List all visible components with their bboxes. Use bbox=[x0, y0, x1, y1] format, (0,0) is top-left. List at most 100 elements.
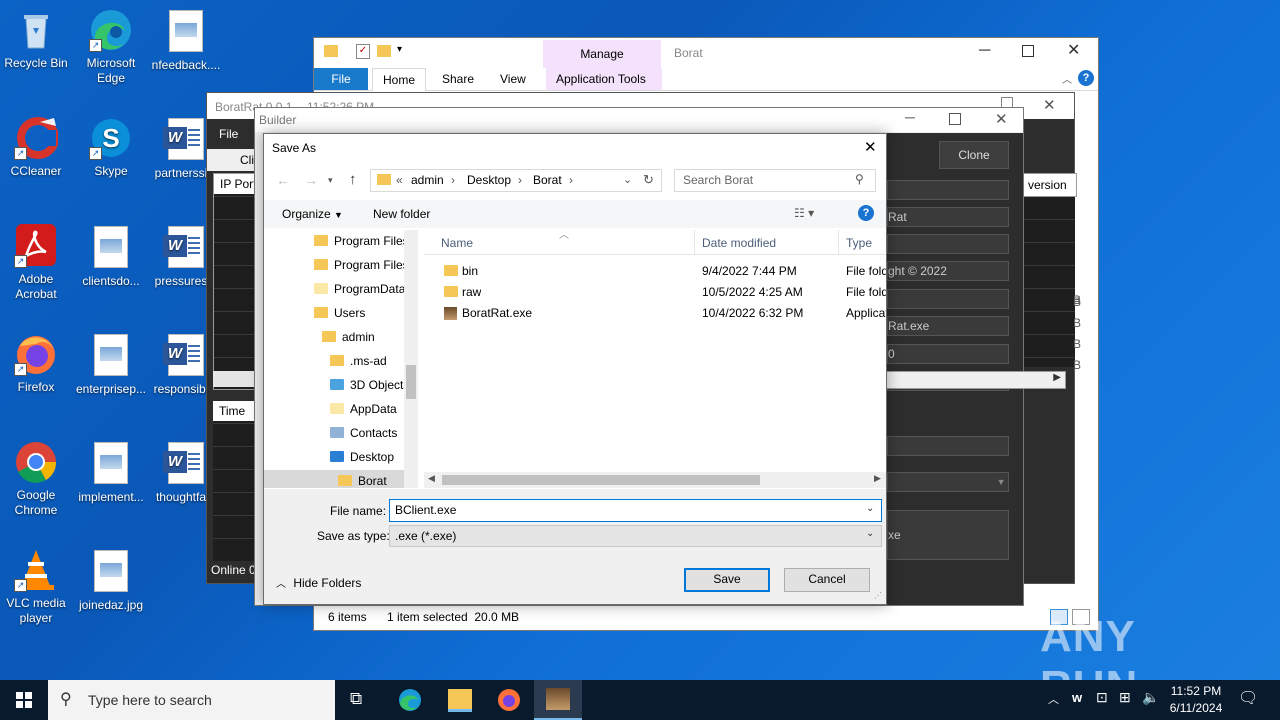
column-header-date[interactable]: Date modified bbox=[702, 236, 776, 250]
search-input[interactable]: Type here to search bbox=[88, 692, 212, 708]
notifications-icon[interactable]: 🗨 bbox=[1238, 688, 1258, 708]
breadcrumb[interactable]: « admin › Desktop › Borat › ⌄ ↻ bbox=[370, 169, 662, 192]
save-type-select[interactable]: .exe (*.exe) ⌄ bbox=[389, 525, 882, 547]
new-folder-icon[interactable] bbox=[377, 45, 391, 57]
ribbon-expand-icon[interactable]: ︿ bbox=[1062, 71, 1072, 86]
desktop-icon-firefox[interactable]: ↗ Firefox bbox=[0, 332, 72, 395]
file-row[interactable]: bin 9/4/2022 7:44 PM File folder bbox=[424, 261, 886, 282]
up-arrow-icon[interactable]: ↑ bbox=[349, 171, 357, 188]
desktop-icon-google-chrome[interactable]: Google Chrome bbox=[0, 440, 72, 518]
volume-icon[interactable]: 🔈 bbox=[1142, 689, 1159, 706]
file-list[interactable]: Name ︿ Date modified Type bin 9/4/2022 7… bbox=[424, 230, 886, 488]
word-tray-icon[interactable]: w bbox=[1072, 690, 1082, 705]
task-view-icon[interactable]: ⧉ bbox=[350, 689, 362, 709]
nav-item[interactable]: .ms-ad bbox=[264, 350, 387, 372]
desktop-icon-nfeedback[interactable]: nfeedback.... bbox=[150, 8, 222, 73]
desktop-icon-joinedaz[interactable]: joinedaz.jpg bbox=[75, 548, 147, 613]
file-list-hscroll[interactable]: ◀ ▶ bbox=[424, 472, 886, 488]
desktop-icon-skype[interactable]: S ↗ Skype bbox=[75, 116, 147, 179]
help-icon[interactable]: ? bbox=[1078, 70, 1094, 86]
horizontal-scrollbar[interactable] bbox=[213, 371, 259, 387]
nav-item[interactable]: Program Files bbox=[264, 254, 409, 276]
desktop-icon-ccleaner[interactable]: ↗ CCleaner bbox=[0, 116, 72, 179]
nav-item-selected[interactable]: Borat bbox=[264, 470, 418, 488]
nav-item[interactable]: AppData bbox=[264, 398, 397, 420]
close-icon[interactable]: ✕ bbox=[1067, 40, 1080, 60]
tab-application-tools[interactable]: Application Tools bbox=[546, 68, 662, 90]
manage-context-tab[interactable]: Manage bbox=[543, 40, 661, 68]
nav-item[interactable]: ProgramData bbox=[264, 278, 405, 300]
file-name-field[interactable]: BClient.exe ⌄ bbox=[389, 499, 882, 522]
column-divider[interactable] bbox=[694, 230, 695, 254]
search-icon[interactable]: ⚲ bbox=[855, 172, 864, 186]
save-button[interactable]: Save bbox=[684, 568, 770, 592]
chevron-right-icon[interactable]: › bbox=[518, 173, 522, 187]
desktop-icon-microsoft-edge[interactable]: ↗ Microsoft Edge bbox=[75, 8, 147, 86]
view-options-icon[interactable]: ☷ ▾ bbox=[794, 206, 814, 220]
builder-dropdown[interactable]: ▼ bbox=[887, 472, 1009, 492]
chevron-left-icon[interactable]: ◀ bbox=[428, 473, 435, 484]
hide-folders-toggle[interactable]: ︿ Hide Folders bbox=[276, 575, 361, 590]
minimize-icon[interactable]: ─ bbox=[979, 42, 990, 60]
taskbar-search[interactable]: ⚲ Type here to search bbox=[48, 680, 335, 720]
help-icon[interactable]: ? bbox=[858, 205, 874, 221]
column-header-name[interactable]: Name bbox=[441, 236, 473, 250]
builder-field-version[interactable]: 0 bbox=[887, 344, 1009, 364]
breadcrumb-item[interactable]: admin bbox=[411, 173, 444, 187]
chevron-up-icon[interactable]: ︿ bbox=[1048, 691, 1059, 707]
nav-item[interactable]: 3D Objects bbox=[264, 374, 409, 396]
breadcrumb-item[interactable]: Borat bbox=[533, 173, 562, 187]
nav-item[interactable]: Desktop bbox=[264, 446, 394, 468]
new-folder-button[interactable]: New folder bbox=[373, 207, 430, 221]
desktop-icon-recycle-bin[interactable]: Recycle Bin bbox=[0, 8, 72, 71]
resize-grip-icon[interactable]: ⋰ bbox=[874, 591, 882, 600]
close-icon[interactable]: ✕ bbox=[864, 138, 877, 156]
nav-item[interactable]: Users bbox=[264, 302, 365, 324]
close-icon[interactable]: ✕ bbox=[995, 110, 1008, 128]
chevron-down-icon[interactable]: ⌄ bbox=[623, 173, 632, 186]
column-header-type[interactable]: Type bbox=[846, 236, 872, 250]
tab-share[interactable]: Share bbox=[432, 68, 484, 90]
file-explorer-taskbar-icon[interactable] bbox=[448, 689, 472, 712]
chevron-right-icon[interactable]: ▶ bbox=[874, 473, 881, 484]
borat-taskbar-button[interactable] bbox=[534, 680, 582, 720]
tray-app-icon[interactable]: ⊡ bbox=[1096, 689, 1108, 706]
column-divider[interactable] bbox=[838, 230, 839, 254]
builder-field[interactable] bbox=[887, 289, 1009, 309]
organize-button[interactable]: Organize ▼ bbox=[282, 207, 343, 221]
file-row[interactable]: BoratRat.exe 10/4/2022 6:32 PM Applicati… bbox=[424, 303, 886, 324]
borat-hscroll[interactable]: ▶ bbox=[886, 371, 1066, 389]
nav-item[interactable]: Program Files bbox=[264, 230, 409, 252]
builder-field[interactable] bbox=[887, 180, 1009, 200]
column-header[interactable]: Time bbox=[213, 401, 259, 421]
builder-field-copyright[interactable]: ght © 2022 bbox=[887, 261, 1009, 281]
tab-home[interactable]: Home bbox=[372, 68, 427, 91]
scrollbar-thumb[interactable] bbox=[442, 475, 760, 485]
desktop-icon-vlc[interactable]: ↗ VLC media player bbox=[0, 548, 72, 626]
chevron-down-icon[interactable]: ⌄ bbox=[866, 503, 874, 514]
scrollbar-thumb[interactable] bbox=[406, 365, 416, 399]
chevron-down-icon[interactable]: ⌄ bbox=[866, 528, 874, 539]
builder-field-product[interactable]: Rat bbox=[887, 207, 1009, 227]
clock[interactable]: 11:52 PM 6/11/2024 bbox=[1166, 683, 1226, 717]
nav-item[interactable]: Contacts bbox=[264, 422, 397, 444]
chevron-down-icon[interactable]: ▾ bbox=[397, 44, 402, 55]
clone-button[interactable]: Clone bbox=[939, 141, 1009, 169]
file-row[interactable]: raw 10/5/2022 4:25 AM File folder bbox=[424, 282, 886, 303]
chevron-right-icon[interactable]: ▶ bbox=[1053, 372, 1061, 383]
edge-icon[interactable] bbox=[398, 688, 422, 712]
forward-arrow-icon[interactable]: → bbox=[304, 172, 318, 188]
recent-locations-icon[interactable]: ▾ bbox=[328, 175, 333, 186]
close-icon[interactable]: ✕ bbox=[1043, 96, 1056, 114]
navigation-pane[interactable]: Program Files Program Files ProgramData … bbox=[264, 230, 418, 488]
column-header[interactable]: version bbox=[1023, 173, 1077, 197]
tab-view[interactable]: View bbox=[490, 68, 536, 90]
refresh-icon[interactable]: ↻ bbox=[643, 172, 654, 188]
firefox-icon[interactable] bbox=[497, 688, 521, 712]
builder-field[interactable] bbox=[887, 234, 1009, 254]
network-icon[interactable]: ⊞ bbox=[1119, 689, 1131, 706]
overflow-chevron-icon[interactable]: « bbox=[396, 173, 403, 187]
desktop-icon-enterprisep[interactable]: enterprisep... bbox=[75, 332, 147, 397]
desktop-icon-adobe-acrobat[interactable]: ↗ Adobe Acrobat bbox=[0, 224, 72, 302]
chevron-right-icon[interactable]: › bbox=[569, 173, 573, 187]
